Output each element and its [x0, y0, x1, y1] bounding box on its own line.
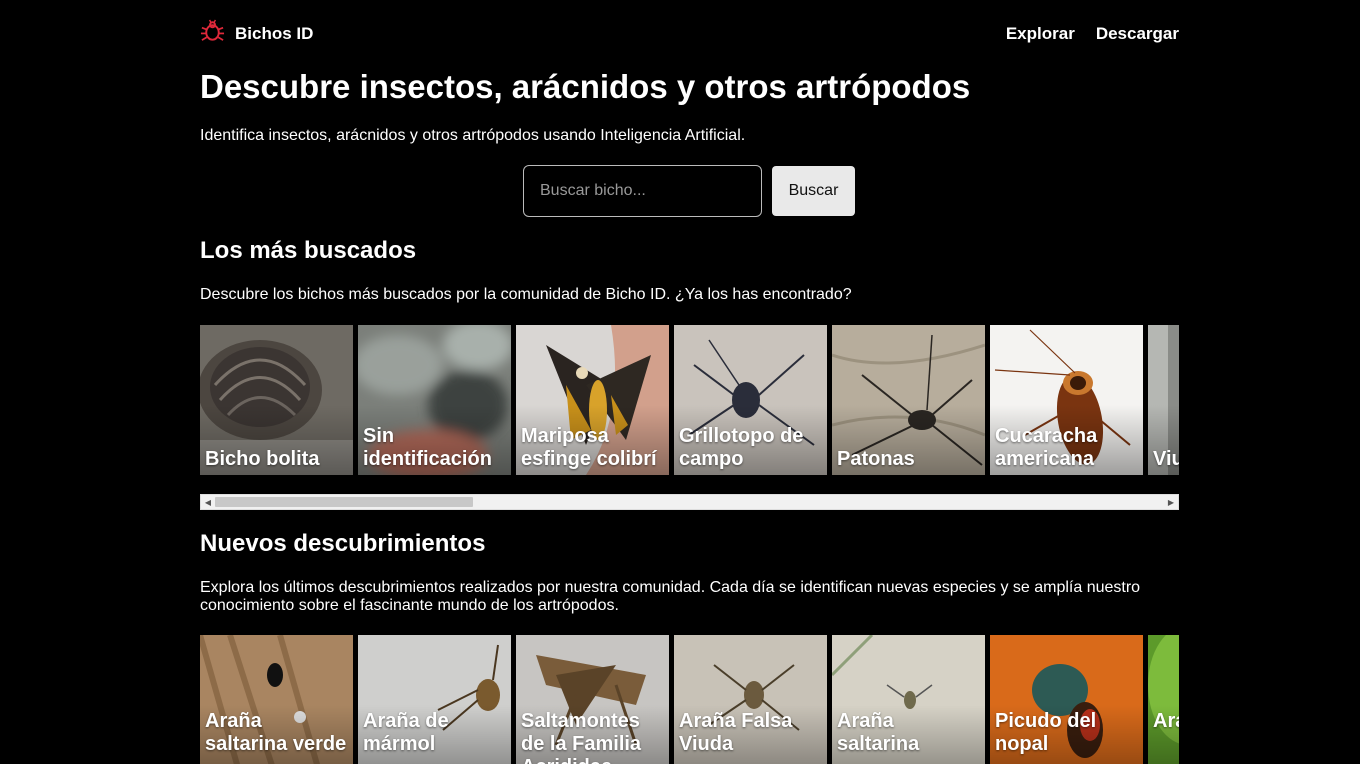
popular-carousel[interactable]: Bicho bolita Sin identificación Mariposa…	[200, 325, 1179, 475]
brand[interactable]: Bichos ID	[200, 19, 313, 49]
carousel-scrollbar[interactable]: ◀ ▶	[200, 494, 1179, 510]
brand-name: Bichos ID	[235, 24, 314, 43]
bug-card[interactable]: Mariposa esfinge colibrí	[516, 325, 669, 475]
bug-card[interactable]: Saltamontes de la Familia Acrididae	[516, 635, 669, 764]
card-label: Mariposa esfinge colibrí	[521, 425, 657, 470]
bug-card[interactable]: Sin identificación	[358, 325, 511, 475]
bug-card[interactable]: Grillotopo de campo	[674, 325, 827, 475]
search-bar: Buscar	[199, 165, 1179, 217]
bug-card[interactable]: Araña saltarina verde	[200, 635, 353, 764]
bug-card[interactable]: Viu	[1148, 325, 1179, 475]
bug-card[interactable]: Picudo del nopal	[990, 635, 1143, 764]
nav-link-descargar[interactable]: Descargar	[1096, 24, 1179, 44]
card-label: Viu	[1153, 448, 1179, 470]
popular-section-title: Los más buscados	[200, 237, 417, 264]
bug-logo-icon	[200, 19, 225, 49]
card-label: Araña Falsa Viuda	[679, 710, 793, 755]
page-title: Descubre insectos, arácnidos y otros art…	[200, 68, 971, 105]
bug-card[interactable]: Cucaracha americana	[990, 325, 1143, 475]
card-label: Grillotopo de campo	[679, 425, 804, 470]
card-label: Patonas	[837, 448, 915, 470]
popular-section-description: Descubre los bichos más buscados por la …	[200, 286, 852, 303]
card-label: Araña saltarina verde	[205, 710, 347, 755]
bug-card[interactable]: Bicho bolita	[200, 325, 353, 475]
search-input[interactable]	[523, 165, 762, 217]
card-label: Araña de mármol	[363, 710, 449, 755]
scroll-left-icon[interactable]: ◀	[201, 495, 215, 509]
recent-section-title: Nuevos descubrimientos	[200, 530, 486, 557]
bug-card[interactable]: Araña saltarina	[832, 635, 985, 764]
recent-carousel[interactable]: Araña saltarina verde Araña de mármol Sa…	[200, 635, 1179, 764]
card-label: Saltamontes de la Familia Acrididae	[521, 710, 642, 764]
card-label: Sin identificación	[363, 425, 492, 470]
search-button[interactable]: Buscar	[772, 166, 855, 216]
bug-card[interactable]: Patonas	[832, 325, 985, 475]
nav-links: Explorar Descargar	[1006, 24, 1179, 44]
card-label: Bicho bolita	[205, 448, 320, 470]
bug-card[interactable]: Araña Falsa Viuda	[674, 635, 827, 764]
card-label: Araña ca	[1153, 710, 1179, 732]
scroll-right-icon[interactable]: ▶	[1164, 495, 1178, 509]
card-label: Cucaracha americana	[995, 425, 1098, 470]
bug-card[interactable]: Araña de mármol	[358, 635, 511, 764]
nav-link-explorar[interactable]: Explorar	[1006, 24, 1075, 44]
bug-card[interactable]: Araña ca	[1148, 635, 1179, 764]
page-subtitle: Identifica insectos, arácnidos y otros a…	[200, 127, 746, 144]
card-label: Araña saltarina	[837, 710, 920, 755]
scrollbar-thumb[interactable]	[215, 497, 473, 507]
recent-section-description: Explora los últimos descubrimientos real…	[200, 579, 1141, 614]
top-nav: Bichos ID Explorar Descargar	[200, 0, 1179, 68]
card-label: Picudo del nopal	[995, 710, 1097, 755]
